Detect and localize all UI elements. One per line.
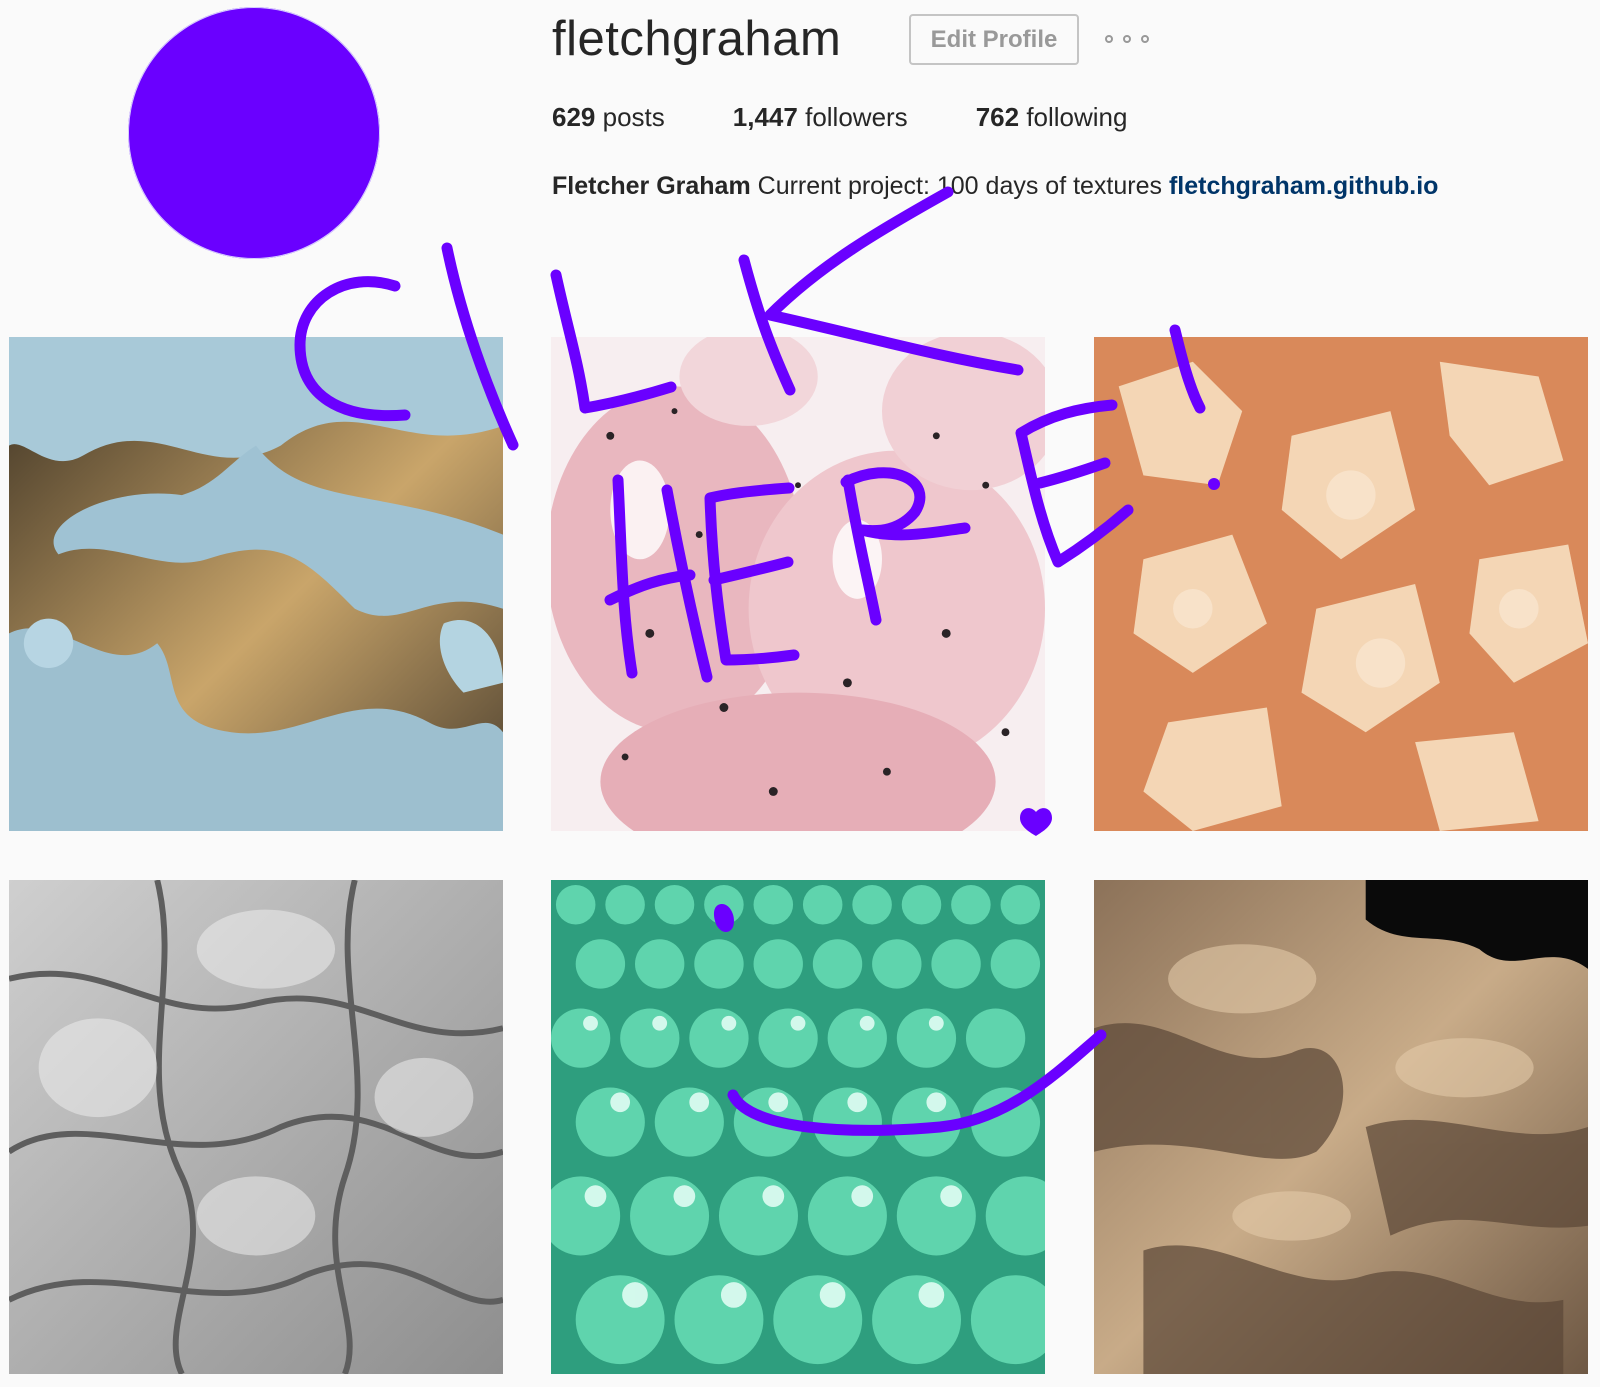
posts-label: posts (602, 102, 665, 132)
following-stat[interactable]: 762 following (976, 102, 1128, 133)
profile-bio: Fletcher Graham Current project: 100 day… (552, 172, 1438, 201)
post-thumbnail[interactable] (551, 337, 1045, 831)
post-thumbnail[interactable] (1094, 880, 1588, 1374)
dot (1141, 35, 1149, 43)
more-options-icon[interactable] (1105, 24, 1149, 54)
post-thumbnail[interactable] (1094, 337, 1588, 831)
profile-full-name: Fletcher Graham (552, 172, 751, 200)
dot (1105, 35, 1113, 43)
followers-stat[interactable]: 1,447 followers (733, 102, 908, 133)
following-label: following (1026, 102, 1128, 132)
followers-count: 1,447 (732, 102, 798, 132)
bio-text: Current project: 100 days of textures (757, 172, 1163, 200)
post-thumbnail[interactable] (9, 337, 503, 831)
followers-label: followers (805, 102, 908, 132)
posts-count: 629 (552, 102, 596, 132)
edit-profile-button[interactable]: Edit Profile (909, 14, 1079, 65)
posts-stat[interactable]: 629 posts (552, 102, 665, 133)
following-count: 762 (975, 102, 1020, 132)
dot (1123, 35, 1131, 43)
bio-website-link[interactable]: fletchgraham.github.io (1169, 172, 1438, 200)
post-thumbnail[interactable] (9, 880, 503, 1374)
profile-username: fletchgraham (552, 12, 842, 66)
profile-avatar[interactable] (128, 7, 380, 259)
profile-stats: 629 posts 1,447 followers 762 following (552, 102, 1195, 133)
post-thumbnail[interactable] (551, 880, 1045, 1374)
